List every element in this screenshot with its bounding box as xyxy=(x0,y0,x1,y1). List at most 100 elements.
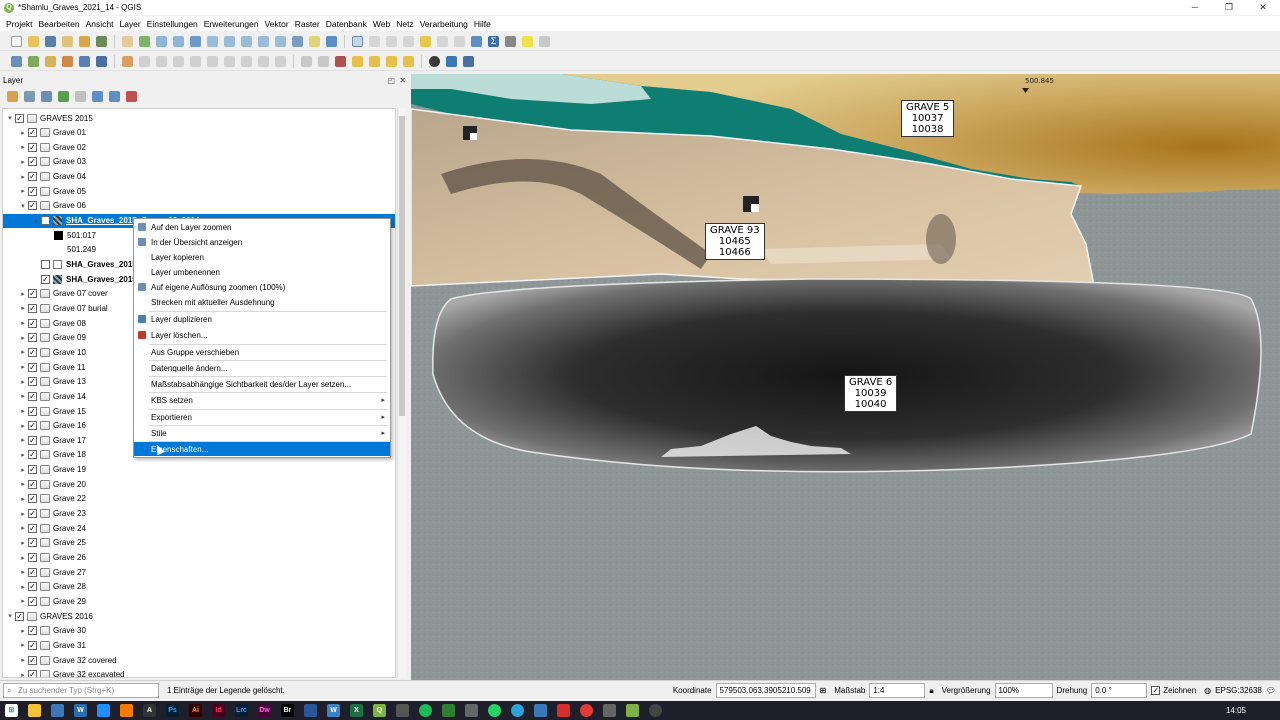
menu-item-9[interactable]: Datenquelle ändern... xyxy=(134,361,390,375)
style-manager-icon[interactable] xyxy=(96,35,107,47)
visibility-checkbox[interactable]: ✓ xyxy=(28,523,37,533)
menu-raster[interactable]: Raster xyxy=(292,19,323,29)
visibility-checkbox[interactable]: ✓ xyxy=(28,509,37,519)
menu-item-12[interactable]: Exportieren ▸ xyxy=(134,410,390,424)
visibility-checkbox[interactable]: ✓ xyxy=(41,216,50,226)
menu-item-2[interactable]: Layer kopieren xyxy=(134,250,390,264)
menu-item-8[interactable]: Aus Gruppe verschieben xyxy=(134,345,390,359)
measure-icon[interactable] xyxy=(505,35,516,47)
lock-scale-icon[interactable]: 🔒︎ xyxy=(929,686,933,696)
menu-item-10[interactable]: Maßstabsabhängige Sichtbarkeit des/der L… xyxy=(134,377,390,391)
zoom-in-icon[interactable] xyxy=(156,35,167,47)
menu-hilfe[interactable]: Hilfe xyxy=(471,19,494,29)
collapse-arrow-icon[interactable]: ▸ xyxy=(18,129,28,137)
zoom-native-icon[interactable] xyxy=(241,35,252,47)
collapse-arrow-icon[interactable]: ▸ xyxy=(18,480,28,488)
open-styling-icon[interactable] xyxy=(7,90,18,102)
actions-icon[interactable] xyxy=(369,35,380,47)
change-label-icon[interactable] xyxy=(386,55,397,67)
collapse-arrow-icon[interactable]: ▸ xyxy=(18,554,28,562)
expand-arrow-icon[interactable]: ▾ xyxy=(18,202,28,210)
app-icon[interactable] xyxy=(396,704,409,717)
coordinate-field[interactable]: 579503.063,3905210.509 xyxy=(715,683,816,698)
visibility-checkbox[interactable]: ✓ xyxy=(28,655,37,665)
menu-item-11[interactable]: KBS setzen ▸ xyxy=(134,393,390,407)
outlook-icon[interactable] xyxy=(304,704,317,717)
telegram-icon[interactable] xyxy=(511,704,524,717)
collapse-arrow-icon[interactable]: ▸ xyxy=(18,143,28,151)
deselect-icon[interactable] xyxy=(420,35,431,47)
visibility-checkbox[interactable]: ✓ xyxy=(28,479,37,489)
statistics-sigma-icon[interactable]: Σ xyxy=(488,35,499,47)
collapse-arrow-icon[interactable]: ▸ xyxy=(18,451,28,459)
select-features-icon[interactable] xyxy=(386,35,397,47)
collapse-arrow-icon[interactable]: ▸ xyxy=(18,583,28,591)
layer-item[interactable]: ▸ ✓ Grave 26 xyxy=(3,551,395,565)
visibility-checkbox[interactable]: ✓ xyxy=(28,640,37,650)
collapse-arrow-icon[interactable]: ▸ xyxy=(18,378,28,386)
highlight-labels-icon[interactable] xyxy=(335,55,346,67)
new-shapefile-icon[interactable] xyxy=(79,55,90,67)
app-icon[interactable] xyxy=(442,704,455,717)
indesign-icon[interactable]: Id xyxy=(212,704,225,717)
menu-ansicht[interactable]: Ansicht xyxy=(83,19,117,29)
visibility-checkbox[interactable]: ✓ xyxy=(28,435,37,445)
collapse-arrow-icon[interactable]: ▸ xyxy=(18,363,28,371)
messages-icon[interactable]: 💬︎ xyxy=(1266,686,1276,695)
layer-item[interactable]: ▸ ✓ Grave 02 xyxy=(3,140,395,154)
virtual-layer-icon[interactable] xyxy=(96,55,107,67)
locator-search-input[interactable]: Zu suchender Typ (Strg+K) xyxy=(3,683,159,698)
menu-projekt[interactable]: Projekt xyxy=(3,19,35,29)
menu-web[interactable]: Web xyxy=(370,19,393,29)
show-hide-labels-icon[interactable] xyxy=(403,55,414,67)
menu-item-13[interactable]: Stile ▸ xyxy=(134,426,390,440)
annotation-icon[interactable] xyxy=(539,35,550,47)
layer-item[interactable]: ▸ ✓ Grave 05 xyxy=(3,184,395,198)
visibility-checkbox[interactable]: ✓ xyxy=(28,567,37,577)
float-panel-icon[interactable]: ◰ xyxy=(388,76,396,85)
edit-pencil-icon[interactable] xyxy=(122,55,133,67)
visibility-checkbox[interactable]: ✓ xyxy=(28,465,37,475)
python-console-icon[interactable] xyxy=(446,55,457,67)
attribute-table-icon[interactable] xyxy=(437,35,448,47)
visibility-checkbox[interactable]: ✓ xyxy=(28,362,37,372)
crs-indicator[interactable]: EPSG:32638 xyxy=(1215,686,1262,695)
move-label-icon[interactable] xyxy=(352,55,363,67)
expand-all-icon[interactable] xyxy=(92,90,103,102)
copy-features-icon[interactable] xyxy=(224,55,235,67)
visibility-checkbox[interactable]: ✓ xyxy=(28,142,37,152)
data-source-manager-icon[interactable] xyxy=(11,55,22,67)
visibility-checkbox[interactable]: ✓ xyxy=(28,582,37,592)
layer-group-graves-2016[interactable]: ▾ ✓ GRAVES 2016 xyxy=(3,609,395,623)
remove-layer-icon[interactable] xyxy=(126,90,137,102)
menu-item-0[interactable]: Auf den Layer zoomen xyxy=(134,220,390,234)
collapse-arrow-icon[interactable]: ▸ xyxy=(18,495,28,503)
layer-item[interactable]: ▸ ✓ Grave 25 xyxy=(3,536,395,550)
expand-arrow-icon[interactable]: ▾ xyxy=(5,114,15,122)
new-map-view-icon[interactable] xyxy=(292,35,303,47)
new-layer-icon[interactable] xyxy=(62,55,73,67)
visibility-checkbox[interactable]: ✓ xyxy=(28,626,37,636)
layer-item[interactable]: ▸ ✓ Grave 20 xyxy=(3,477,395,491)
visibility-checkbox[interactable]: ✓ xyxy=(28,377,37,387)
visibility-checkbox[interactable]: ✓ xyxy=(28,670,37,677)
acrobat-icon[interactable] xyxy=(557,704,570,717)
menu-item-6[interactable]: Layer duplizieren xyxy=(134,312,390,326)
delete-selected-icon[interactable] xyxy=(190,55,201,67)
add-group-icon[interactable] xyxy=(24,90,35,102)
layer-group-graves-2015[interactable]: ▾ ✓ GRAVES 2015 xyxy=(3,111,395,125)
menu-item-5[interactable]: Strecken mit aktueller Ausdehnung xyxy=(134,295,390,309)
collapse-arrow-icon[interactable]: ▸ xyxy=(18,627,28,635)
save-edits-icon[interactable] xyxy=(139,55,150,67)
menu-item-1[interactable]: In der Übersicht anzeigen xyxy=(134,235,390,249)
menu-datenbank[interactable]: Datenbank xyxy=(323,19,370,29)
qgis-task-icon[interactable]: Q xyxy=(373,704,386,717)
crs-globe-icon[interactable]: ◍ xyxy=(1204,686,1211,695)
layer-item[interactable]: ▸ ✓ Grave 24 xyxy=(3,521,395,535)
collapse-arrow-icon[interactable]: ▸ xyxy=(18,348,28,356)
visibility-checkbox[interactable]: ✓ xyxy=(28,333,37,343)
undo-icon[interactable] xyxy=(258,55,269,67)
collapse-arrow-icon[interactable]: ▸ xyxy=(18,539,28,547)
app-icon[interactable] xyxy=(649,704,662,717)
visibility-checkbox[interactable]: ✓ xyxy=(28,450,37,460)
